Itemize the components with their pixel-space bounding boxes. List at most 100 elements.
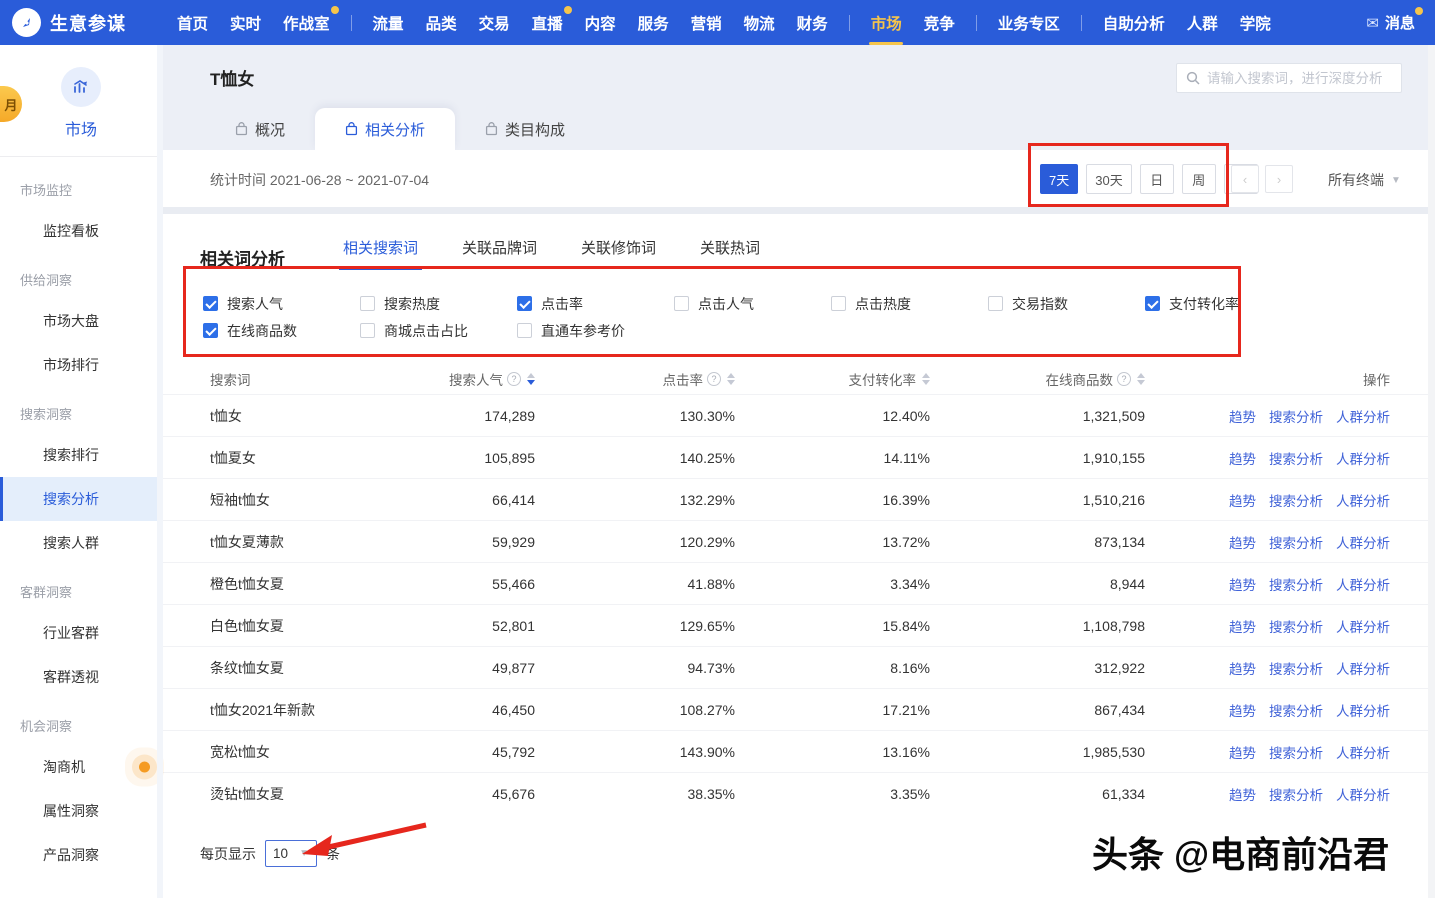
period-button-7天[interactable]: 7天	[1040, 164, 1078, 194]
sidebar-item-属性洞察[interactable]: 属性洞察	[0, 789, 162, 833]
action-link-趋势[interactable]: 趋势	[1229, 658, 1256, 678]
prev-date-button[interactable]: ‹	[1231, 165, 1259, 193]
action-link-搜索分析[interactable]: 搜索分析	[1269, 448, 1323, 468]
action-link-人群分析[interactable]: 人群分析	[1336, 784, 1390, 804]
action-link-人群分析[interactable]: 人群分析	[1336, 658, 1390, 678]
sidebar-item-产品洞察[interactable]: 产品洞察	[0, 833, 162, 877]
sidebar-item-搜索排行[interactable]: 搜索排行	[0, 433, 162, 477]
checkbox-checked-icon[interactable]	[1145, 296, 1160, 311]
nav-item-实时[interactable]: 实时	[219, 0, 272, 45]
metric-checkbox-点击人气[interactable]: 点击人气	[674, 294, 831, 314]
nav-item-自助分析[interactable]: 自助分析	[1092, 0, 1176, 45]
action-link-趋势[interactable]: 趋势	[1229, 448, 1256, 468]
sidebar-item-淘商机[interactable]: 淘商机	[0, 745, 162, 789]
related-tab-关联品牌词[interactable]: 关联品牌词	[462, 237, 537, 270]
related-tab-相关搜索词[interactable]: 相关搜索词	[343, 237, 418, 270]
checkbox-icon[interactable]	[360, 296, 375, 311]
metric-checkbox-搜索人气[interactable]: 搜索人气	[203, 294, 360, 314]
metric-checkbox-点击率[interactable]: 点击率	[517, 294, 674, 314]
nav-item-财务[interactable]: 财务	[786, 0, 839, 45]
sort-icon[interactable]	[527, 373, 535, 385]
period-button-日[interactable]: 日	[1140, 164, 1174, 194]
sidebar-scrollbar[interactable]	[157, 45, 163, 898]
action-link-搜索分析[interactable]: 搜索分析	[1269, 616, 1323, 636]
checkbox-icon[interactable]	[674, 296, 689, 311]
checkbox-checked-icon[interactable]	[517, 296, 532, 311]
sidebar-item-市场大盘[interactable]: 市场大盘	[0, 299, 162, 343]
action-link-趋势[interactable]: 趋势	[1229, 532, 1256, 552]
metric-checkbox-点击热度[interactable]: 点击热度	[831, 294, 988, 314]
sidebar-item-行业客群[interactable]: 行业客群	[0, 611, 162, 655]
nav-item-直播[interactable]: 直播	[521, 0, 574, 45]
metric-checkbox-在线商品数[interactable]: 在线商品数	[203, 321, 360, 341]
action-link-搜索分析[interactable]: 搜索分析	[1269, 742, 1323, 762]
nav-item-竞争[interactable]: 竞争	[913, 0, 966, 45]
sidebar-item-搜索人群[interactable]: 搜索人群	[0, 521, 162, 565]
help-icon[interactable]: ?	[1117, 372, 1131, 386]
metric-checkbox-搜索热度[interactable]: 搜索热度	[360, 294, 517, 314]
window-scrollbar[interactable]	[1428, 45, 1435, 898]
checkbox-checked-icon[interactable]	[203, 323, 218, 338]
tab-类目构成[interactable]: 类目构成	[455, 108, 595, 150]
page-size-select[interactable]: 10 ▼	[265, 840, 317, 867]
nav-item-交易[interactable]: 交易	[468, 0, 521, 45]
nav-item-物流[interactable]: 物流	[733, 0, 786, 45]
action-link-搜索分析[interactable]: 搜索分析	[1269, 406, 1323, 426]
action-link-趋势[interactable]: 趋势	[1229, 616, 1256, 636]
period-button-30天[interactable]: 30天	[1086, 164, 1131, 194]
nav-item-内容[interactable]: 内容	[574, 0, 627, 45]
action-link-趋势[interactable]: 趋势	[1229, 742, 1256, 762]
nav-item-流量[interactable]: 流量	[362, 0, 415, 45]
action-link-趋势[interactable]: 趋势	[1229, 490, 1256, 510]
checkbox-icon[interactable]	[988, 296, 1003, 311]
action-link-人群分析[interactable]: 人群分析	[1336, 406, 1390, 426]
action-link-搜索分析[interactable]: 搜索分析	[1269, 700, 1323, 720]
action-link-趋势[interactable]: 趋势	[1229, 784, 1256, 804]
action-link-人群分析[interactable]: 人群分析	[1336, 574, 1390, 594]
sort-icon[interactable]	[727, 373, 735, 385]
action-link-搜索分析[interactable]: 搜索分析	[1269, 784, 1323, 804]
checkbox-checked-icon[interactable]	[203, 296, 218, 311]
sort-icon[interactable]	[922, 373, 930, 385]
nav-item-营销[interactable]: 营销	[680, 0, 733, 45]
checkbox-icon[interactable]	[831, 296, 846, 311]
action-link-人群分析[interactable]: 人群分析	[1336, 616, 1390, 636]
nav-item-学院[interactable]: 学院	[1229, 0, 1282, 45]
message-button[interactable]: ✉ 消息	[1366, 12, 1415, 33]
action-link-人群分析[interactable]: 人群分析	[1336, 700, 1390, 720]
action-link-人群分析[interactable]: 人群分析	[1336, 532, 1390, 552]
nav-item-人群[interactable]: 人群	[1176, 0, 1229, 45]
tab-相关分析[interactable]: 相关分析	[315, 108, 455, 150]
action-link-人群分析[interactable]: 人群分析	[1336, 490, 1390, 510]
nav-item-业务专区[interactable]: 业务专区	[987, 0, 1071, 45]
metric-checkbox-直通车参考价[interactable]: 直通车参考价	[517, 321, 674, 341]
help-icon[interactable]: ?	[507, 372, 521, 386]
terminal-dropdown[interactable]: 所有终端 ▼	[1328, 170, 1401, 190]
search-input[interactable]	[1207, 71, 1392, 86]
metric-checkbox-交易指数[interactable]: 交易指数	[988, 294, 1145, 314]
sidebar-item-市场排行[interactable]: 市场排行	[0, 343, 162, 387]
metric-checkbox-支付转化率[interactable]: 支付转化率	[1145, 294, 1302, 314]
tab-概况[interactable]: 概况	[205, 108, 315, 150]
action-link-趋势[interactable]: 趋势	[1229, 406, 1256, 426]
action-link-趋势[interactable]: 趋势	[1229, 700, 1256, 720]
next-date-button[interactable]: ›	[1265, 165, 1293, 193]
nav-item-服务[interactable]: 服务	[627, 0, 680, 45]
checkbox-icon[interactable]	[517, 323, 532, 338]
help-icon[interactable]: ?	[707, 372, 721, 386]
nav-item-市场[interactable]: 市场	[860, 0, 913, 45]
related-tab-关联修饰词[interactable]: 关联修饰词	[581, 237, 656, 270]
sort-icon[interactable]	[1137, 373, 1145, 385]
action-link-搜索分析[interactable]: 搜索分析	[1269, 490, 1323, 510]
action-link-人群分析[interactable]: 人群分析	[1336, 742, 1390, 762]
sidebar-item-监控看板[interactable]: 监控看板	[0, 209, 162, 253]
action-link-人群分析[interactable]: 人群分析	[1336, 448, 1390, 468]
sidebar-item-客群透视[interactable]: 客群透视	[0, 655, 162, 699]
related-tab-关联热词[interactable]: 关联热词	[700, 237, 760, 270]
sidebar-item-搜索分析[interactable]: 搜索分析	[0, 477, 162, 521]
nav-item-首页[interactable]: 首页	[166, 0, 219, 45]
checkbox-icon[interactable]	[360, 323, 375, 338]
action-link-搜索分析[interactable]: 搜索分析	[1269, 574, 1323, 594]
metric-checkbox-商城点击占比[interactable]: 商城点击占比	[360, 321, 517, 341]
action-link-搜索分析[interactable]: 搜索分析	[1269, 658, 1323, 678]
